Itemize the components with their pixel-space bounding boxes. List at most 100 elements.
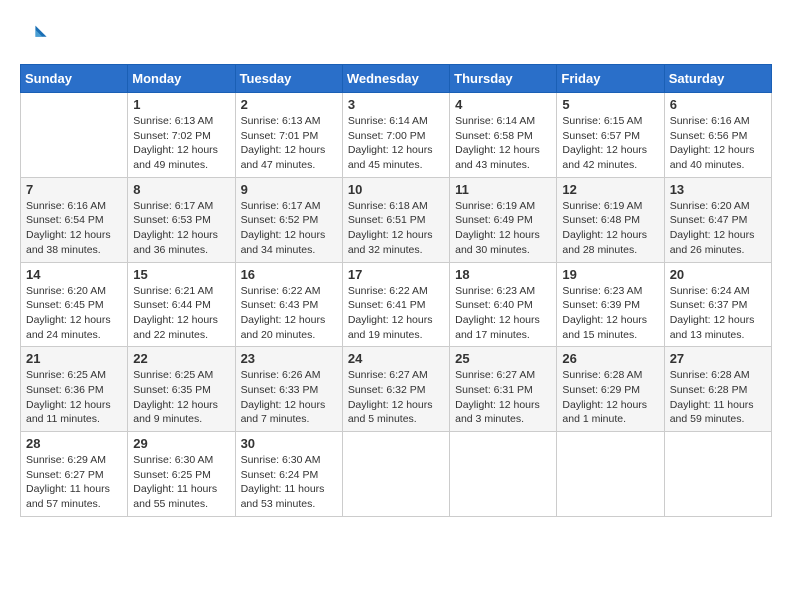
day-info: Sunrise: 6:14 AM Sunset: 7:00 PM Dayligh…: [348, 114, 444, 173]
page-header: [20, 20, 772, 48]
day-cell: 1Sunrise: 6:13 AM Sunset: 7:02 PM Daylig…: [128, 93, 235, 178]
day-cell: 12 Sunrise: 6:19 AM Sunset: 6:48 PM Dayli…: [557, 177, 664, 262]
day-info: Sunrise: 6:14 AM Sunset: 6:58 PM Dayligh…: [455, 114, 551, 173]
day-cell: 14Sunrise: 6:20 AM Sunset: 6:45 PM Dayli…: [21, 262, 128, 347]
day-cell: 6 Sunrise: 6:16 AM Sunset: 6:56 PM Daylig…: [664, 93, 771, 178]
day-number: 22: [133, 351, 229, 366]
day-cell: 10 Sunrise: 6:18 AM Sunset: 6:51 PM Dayli…: [342, 177, 449, 262]
day-cell: 20Sunrise: 6:24 AM Sunset: 6:37 PM Dayli…: [664, 262, 771, 347]
day-info: Sunrise: 6:16 AM Sunset: 6:54 PM Dayligh…: [26, 199, 122, 258]
header-wednesday: Wednesday: [342, 65, 449, 93]
day-number: 15: [133, 267, 229, 282]
day-info: Sunrise: 6:18 AM Sunset: 6:51 PM Dayligh…: [348, 199, 444, 258]
day-number: 24: [348, 351, 444, 366]
day-info: Sunrise: 6:23 AM Sunset: 6:40 PM Dayligh…: [455, 284, 551, 343]
day-number: 7: [26, 182, 122, 197]
day-cell: 27 Sunrise: 6:28 AM Sunset: 6:28 PM Dayli…: [664, 347, 771, 432]
day-info: Sunrise: 6:30 AM Sunset: 6:25 PM Dayligh…: [133, 453, 229, 512]
day-number: 9: [241, 182, 337, 197]
day-number: 29: [133, 436, 229, 451]
day-number: 27: [670, 351, 766, 366]
day-cell: 8 Sunrise: 6:17 AM Sunset: 6:53 PM Daylig…: [128, 177, 235, 262]
day-cell: 22 Sunrise: 6:25 AM Sunset: 6:35 PM Dayli…: [128, 347, 235, 432]
day-info: Sunrise: 6:30 AM Sunset: 6:24 PM Dayligh…: [241, 453, 337, 512]
day-cell: 29 Sunrise: 6:30 AM Sunset: 6:25 PM Dayli…: [128, 432, 235, 517]
day-cell: 17Sunrise: 6:22 AM Sunset: 6:41 PM Dayli…: [342, 262, 449, 347]
day-cell: 26 Sunrise: 6:28 AM Sunset: 6:29 PM Dayli…: [557, 347, 664, 432]
day-info: Sunrise: 6:28 AM Sunset: 6:29 PM Dayligh…: [562, 368, 658, 427]
day-cell: [664, 432, 771, 517]
day-info: Sunrise: 6:27 AM Sunset: 6:32 PM Dayligh…: [348, 368, 444, 427]
day-cell: 28 Sunrise: 6:29 AM Sunset: 6:27 PM Dayli…: [21, 432, 128, 517]
day-number: 12: [562, 182, 658, 197]
day-number: 30: [241, 436, 337, 451]
day-number: 5: [562, 97, 658, 112]
calendar: SundayMondayTuesdayWednesdayThursdayFrid…: [20, 64, 772, 517]
day-cell: [342, 432, 449, 517]
day-number: 2: [241, 97, 337, 112]
day-cell: 23 Sunrise: 6:26 AM Sunset: 6:33 PM Dayli…: [235, 347, 342, 432]
header-tuesday: Tuesday: [235, 65, 342, 93]
day-cell: 24 Sunrise: 6:27 AM Sunset: 6:32 PM Dayli…: [342, 347, 449, 432]
day-info: Sunrise: 6:29 AM Sunset: 6:27 PM Dayligh…: [26, 453, 122, 512]
day-cell: 19 Sunrise: 6:23 AM Sunset: 6:39 PM Dayli…: [557, 262, 664, 347]
day-number: 18: [455, 267, 551, 282]
day-cell: 21 Sunrise: 6:25 AM Sunset: 6:36 PM Dayli…: [21, 347, 128, 432]
day-number: 25: [455, 351, 551, 366]
header-sunday: Sunday: [21, 65, 128, 93]
day-info: Sunrise: 6:22 AM Sunset: 6:43 PM Dayligh…: [241, 284, 337, 343]
day-cell: [21, 93, 128, 178]
day-cell: 11 Sunrise: 6:19 AM Sunset: 6:49 PM Dayli…: [450, 177, 557, 262]
week-row-2: 7 Sunrise: 6:16 AM Sunset: 6:54 PM Daylig…: [21, 177, 772, 262]
day-info: Sunrise: 6:22 AM Sunset: 6:41 PM Dayligh…: [348, 284, 444, 343]
day-info: Sunrise: 6:27 AM Sunset: 6:31 PM Dayligh…: [455, 368, 551, 427]
day-number: 16: [241, 267, 337, 282]
logo: [20, 20, 52, 48]
day-number: 4: [455, 97, 551, 112]
day-cell: 2 Sunrise: 6:13 AM Sunset: 7:01 PM Daylig…: [235, 93, 342, 178]
day-number: 19: [562, 267, 658, 282]
day-cell: 9 Sunrise: 6:17 AM Sunset: 6:52 PM Daylig…: [235, 177, 342, 262]
day-info: Sunrise: 6:24 AM Sunset: 6:37 PM Dayligh…: [670, 284, 766, 343]
day-number: 28: [26, 436, 122, 451]
day-info: Sunrise: 6:25 AM Sunset: 6:36 PM Dayligh…: [26, 368, 122, 427]
day-cell: 16 Sunrise: 6:22 AM Sunset: 6:43 PM Dayli…: [235, 262, 342, 347]
header-monday: Monday: [128, 65, 235, 93]
day-number: 14: [26, 267, 122, 282]
day-cell: 30 Sunrise: 6:30 AM Sunset: 6:24 PM Dayli…: [235, 432, 342, 517]
day-number: 8: [133, 182, 229, 197]
day-number: 23: [241, 351, 337, 366]
day-cell: 15 Sunrise: 6:21 AM Sunset: 6:44 PM Dayli…: [128, 262, 235, 347]
day-cell: 25 Sunrise: 6:27 AM Sunset: 6:31 PM Dayli…: [450, 347, 557, 432]
calendar-header-row: SundayMondayTuesdayWednesdayThursdayFrid…: [21, 65, 772, 93]
day-cell: [450, 432, 557, 517]
header-saturday: Saturday: [664, 65, 771, 93]
day-cell: 13Sunrise: 6:20 AM Sunset: 6:47 PM Dayli…: [664, 177, 771, 262]
day-number: 6: [670, 97, 766, 112]
day-info: Sunrise: 6:19 AM Sunset: 6:48 PM Dayligh…: [562, 199, 658, 258]
day-info: Sunrise: 6:23 AM Sunset: 6:39 PM Dayligh…: [562, 284, 658, 343]
day-info: Sunrise: 6:15 AM Sunset: 6:57 PM Dayligh…: [562, 114, 658, 173]
day-info: Sunrise: 6:28 AM Sunset: 6:28 PM Dayligh…: [670, 368, 766, 427]
day-cell: 4 Sunrise: 6:14 AM Sunset: 6:58 PM Daylig…: [450, 93, 557, 178]
day-cell: 18 Sunrise: 6:23 AM Sunset: 6:40 PM Dayli…: [450, 262, 557, 347]
day-number: 10: [348, 182, 444, 197]
day-number: 11: [455, 182, 551, 197]
day-info: Sunrise: 6:21 AM Sunset: 6:44 PM Dayligh…: [133, 284, 229, 343]
day-number: 26: [562, 351, 658, 366]
day-info: Sunrise: 6:17 AM Sunset: 6:52 PM Dayligh…: [241, 199, 337, 258]
day-info: Sunrise: 6:25 AM Sunset: 6:35 PM Dayligh…: [133, 368, 229, 427]
day-info: Sunrise: 6:13 AM Sunset: 7:02 PM Dayligh…: [133, 114, 229, 173]
day-info: Sunrise: 6:17 AM Sunset: 6:53 PM Dayligh…: [133, 199, 229, 258]
day-number: 21: [26, 351, 122, 366]
day-info: Sunrise: 6:19 AM Sunset: 6:49 PM Dayligh…: [455, 199, 551, 258]
day-cell: [557, 432, 664, 517]
logo-icon: [20, 20, 48, 48]
week-row-3: 14Sunrise: 6:20 AM Sunset: 6:45 PM Dayli…: [21, 262, 772, 347]
week-row-5: 28 Sunrise: 6:29 AM Sunset: 6:27 PM Dayli…: [21, 432, 772, 517]
day-info: Sunrise: 6:16 AM Sunset: 6:56 PM Dayligh…: [670, 114, 766, 173]
day-info: Sunrise: 6:20 AM Sunset: 6:47 PM Dayligh…: [670, 199, 766, 258]
day-info: Sunrise: 6:13 AM Sunset: 7:01 PM Dayligh…: [241, 114, 337, 173]
day-info: Sunrise: 6:26 AM Sunset: 6:33 PM Dayligh…: [241, 368, 337, 427]
day-number: 3: [348, 97, 444, 112]
